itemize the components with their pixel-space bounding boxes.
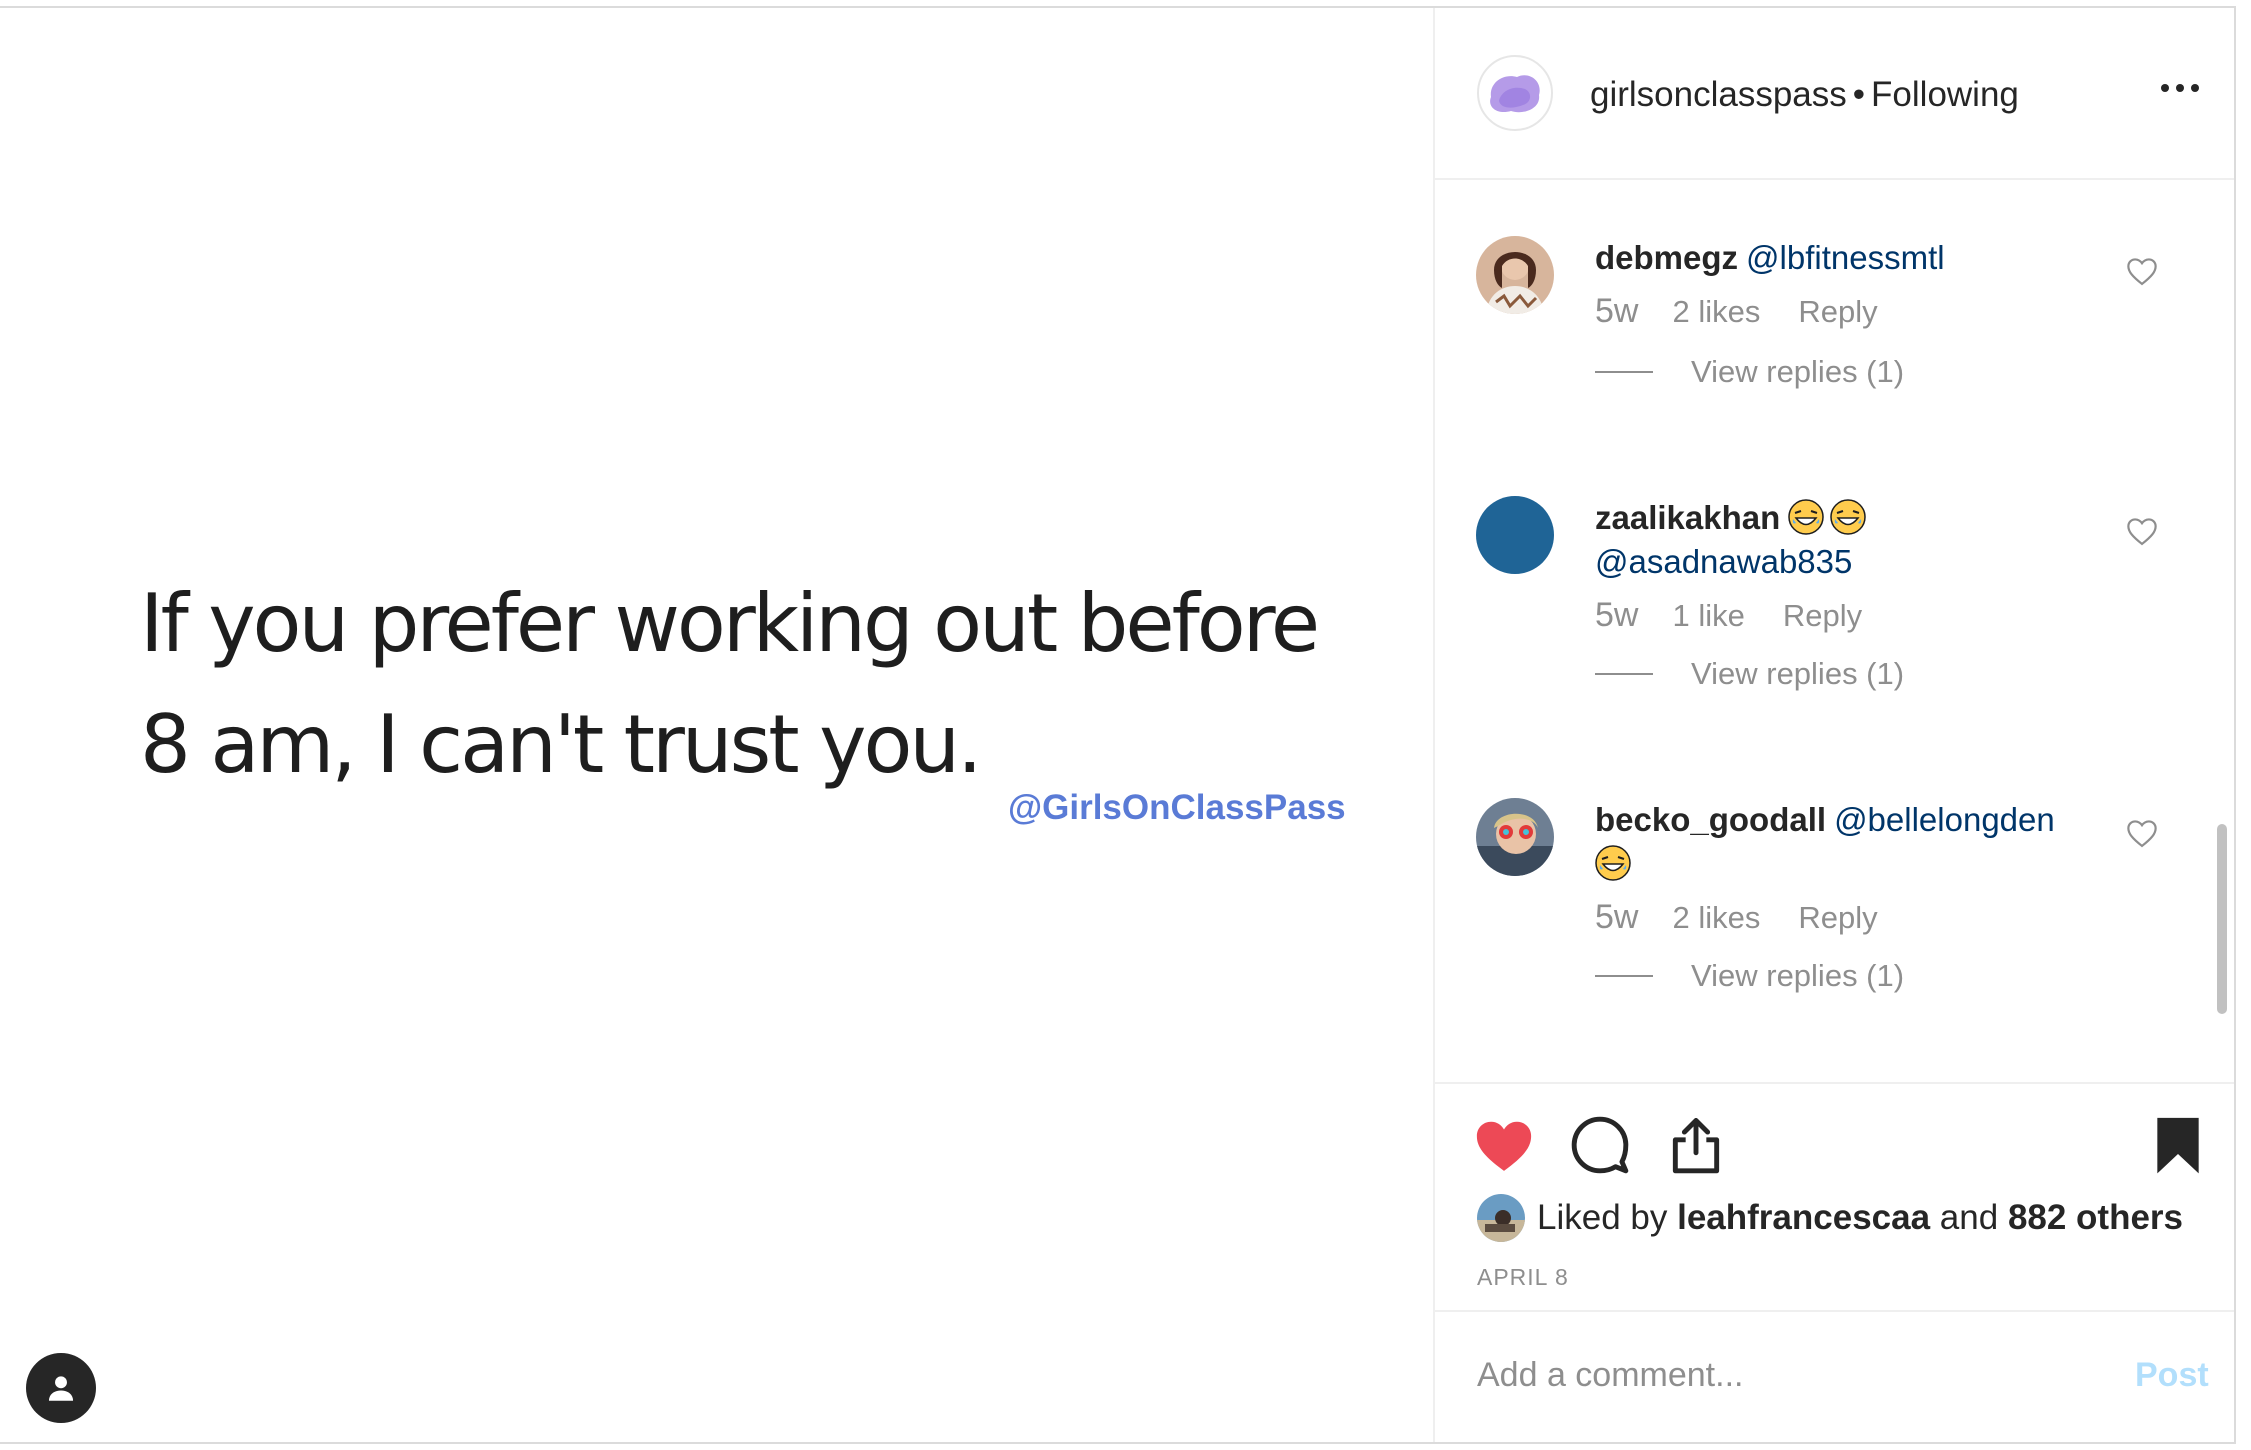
person-icon — [48, 1376, 74, 1401]
comment-like-heart-icon[interactable] — [2125, 256, 2159, 286]
comment-likes-count[interactable]: 1 like — [1672, 598, 1744, 633]
liker-avatar[interactable] — [1477, 1194, 1525, 1242]
more-dot-icon — [2191, 84, 2199, 92]
comment-bubble-icon[interactable] — [1569, 1114, 1631, 1176]
add-comment-bar: Add a comment... Post — [1435, 1310, 2234, 1442]
add-comment-input[interactable]: Add a comment... — [1477, 1356, 1743, 1395]
post-sidebar: girlsonclasspass • Following debmegz @lbfit… — [1433, 8, 2234, 1442]
view-replies-label: View replies (1) — [1691, 354, 1905, 389]
comment-text: zaalikakhan @asadnawab835 — [1595, 496, 2095, 584]
liked-by-prefix: Liked by — [1537, 1198, 1668, 1237]
laughing-emoji-icon — [1788, 499, 1825, 535]
replies-divider — [1595, 975, 1653, 977]
comment-timestamp[interactable]: 5w — [1595, 292, 1638, 330]
comment-like-heart-icon[interactable] — [2125, 818, 2159, 848]
comment-meta: 5w 2 likes Reply — [1595, 292, 1878, 331]
laughing-emoji-icon — [1595, 845, 1631, 881]
share-icon[interactable] — [1665, 1114, 1727, 1176]
comments-list[interactable]: debmegz @lbfitnessmtl 5w 2 likes Reply View… — [1435, 182, 2234, 1082]
comment-username[interactable]: becko_goodall — [1595, 801, 1826, 838]
view-replies-label: View replies (1) — [1691, 958, 1905, 993]
separator-dot: • — [1852, 75, 1866, 114]
comment-meta: 5w 2 likes Reply — [1595, 898, 1878, 937]
comment-text: debmegz @lbfitnessmtl — [1595, 236, 2095, 280]
laughing-emoji-icon — [1830, 499, 1867, 535]
comment-likes-count[interactable]: 2 likes — [1672, 294, 1760, 329]
commenter-avatar[interactable] — [1476, 496, 1554, 574]
like-heart-icon[interactable] — [1473, 1114, 1535, 1176]
bookmark-icon[interactable] — [2147, 1114, 2209, 1176]
comment-username[interactable]: debmegz — [1595, 239, 1738, 276]
view-replies-button[interactable]: View replies (1) — [1595, 958, 1904, 994]
commenter-avatar[interactable] — [1476, 798, 1554, 876]
liked-by-user-link[interactable]: leahfrancescaa — [1677, 1198, 1930, 1238]
post-image: If you prefer working out before 8 am, I… — [0, 8, 1433, 1442]
user-tags-button[interactable] — [26, 1353, 96, 1423]
quote-line-2: 8 am, I can't trust you. — [140, 698, 983, 791]
quote-text: If you prefer working out before 8 am, I… — [140, 563, 1340, 805]
commenter-avatar[interactable] — [1476, 236, 1554, 314]
post-header: girlsonclasspass • Following — [1435, 8, 2234, 180]
following-button[interactable]: Following — [1871, 75, 2019, 114]
comment-likes-count[interactable]: 2 likes — [1672, 900, 1760, 935]
more-dot-icon — [2161, 84, 2169, 92]
reply-button[interactable]: Reply — [1783, 598, 1862, 633]
quote-watermark-handle: @GirlsOnClassPass — [1008, 788, 1346, 827]
reply-button[interactable]: Reply — [1798, 900, 1877, 935]
brand-logo — [1490, 75, 1540, 113]
avatar-photo — [1476, 798, 1554, 876]
comment-timestamp[interactable]: 5w — [1595, 596, 1638, 634]
replies-divider — [1595, 371, 1653, 373]
comment-mention[interactable]: @asadnawab835 — [1595, 543, 1852, 580]
account-avatar[interactable] — [1477, 55, 1553, 131]
account-name-link[interactable]: girlsonclasspass — [1590, 75, 1847, 114]
view-replies-button[interactable]: View replies (1) — [1595, 656, 1904, 692]
comment-mention[interactable]: @lbfitnessmtl — [1746, 239, 1945, 276]
avatar-photo — [1476, 236, 1554, 314]
account-line: girlsonclasspass • Following — [1590, 75, 2019, 115]
more-dot-icon — [2176, 84, 2184, 92]
comment-mention[interactable]: @bellelongden — [1834, 801, 2055, 838]
liked-by-others-link[interactable]: 882 others — [2008, 1198, 2183, 1238]
view-replies-label: View replies (1) — [1691, 656, 1905, 691]
comment-username[interactable]: zaalikakhan — [1595, 499, 1780, 536]
comment-text: becko_goodall @bellelongden — [1595, 798, 2095, 886]
view-replies-button[interactable]: View replies (1) — [1595, 354, 1904, 390]
more-options-button[interactable] — [2155, 68, 2205, 108]
quote-line-1: If you prefer working out before — [140, 577, 1320, 670]
likes-summary: Liked by leahfrancescaa and 882 others — [1477, 1194, 2183, 1242]
post-comment-button[interactable]: Post — [2135, 1356, 2209, 1395]
post-date[interactable]: APRIL 8 — [1477, 1264, 1569, 1291]
comments-scrollbar[interactable] — [2217, 824, 2227, 1014]
liker-avatar-photo — [1477, 1194, 1525, 1242]
comment-timestamp[interactable]: 5w — [1595, 898, 1638, 936]
comment-like-heart-icon[interactable] — [2125, 516, 2159, 546]
liked-by-and: and — [1939, 1198, 1999, 1237]
comment-meta: 5w 1 like Reply — [1595, 596, 1862, 635]
replies-divider — [1595, 673, 1653, 675]
post-actions: Liked by leahfrancescaa and 882 others A… — [1435, 1082, 2234, 1322]
reply-button[interactable]: Reply — [1798, 294, 1877, 329]
